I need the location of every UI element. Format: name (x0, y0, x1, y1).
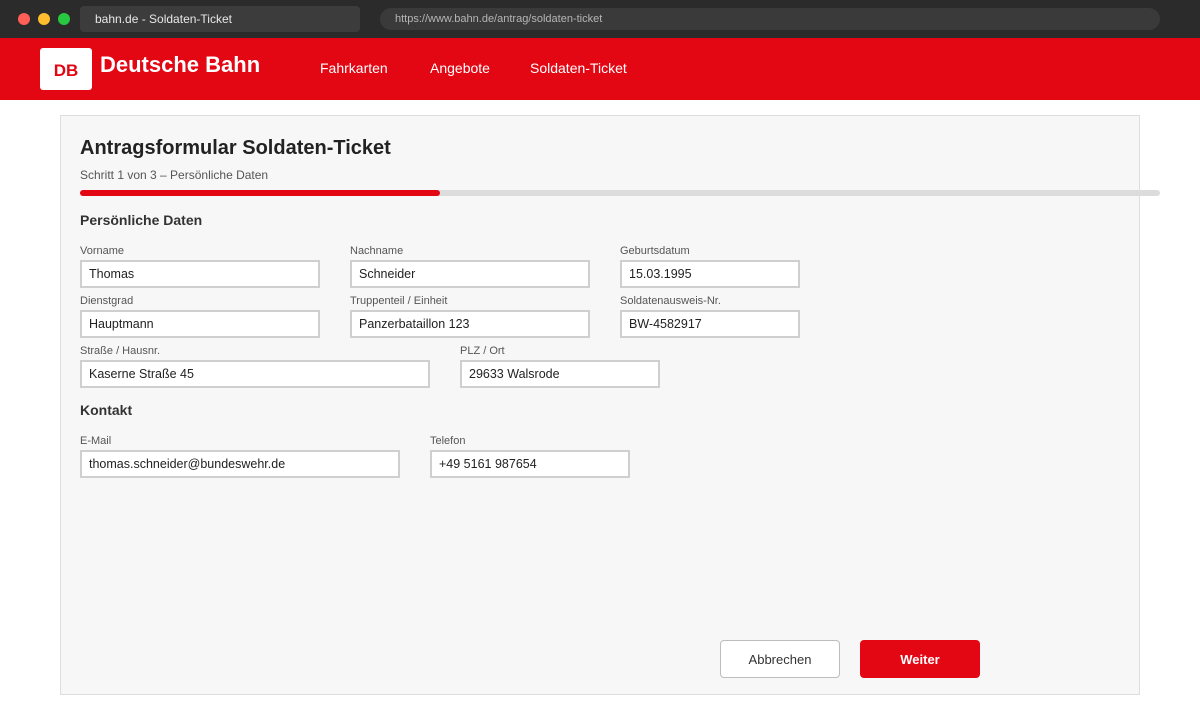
close-window-icon[interactable] (18, 13, 30, 25)
dienstgrad-input[interactable] (80, 310, 320, 338)
ausweis-label: Soldatenausweis-Nr. (620, 295, 721, 307)
soldatenausweis-input[interactable] (620, 310, 800, 338)
site-header: DB Deutsche Bahn Fahrkarten Angebote Sol… (0, 38, 1200, 100)
step-indicator: Schritt 1 von 3 – Persönliche Daten (80, 168, 269, 182)
cancel-button[interactable]: Abbrechen (720, 640, 840, 678)
vorname-input[interactable] (80, 260, 320, 288)
vorname-label: Vorname (80, 245, 125, 257)
next-button[interactable]: Weiter (860, 640, 980, 678)
truppenteil-label: Truppenteil / Einheit (350, 295, 448, 307)
plz-ort-input[interactable] (460, 360, 660, 388)
form-card (60, 115, 1140, 695)
minimize-window-icon[interactable] (38, 13, 50, 25)
form-title: Antragsformular Soldaten-Ticket (80, 137, 391, 159)
nachname-input[interactable] (350, 260, 590, 288)
nav-item-angebote[interactable]: Angebote (430, 60, 490, 76)
dienstgrad-label: Dienstgrad (80, 295, 134, 307)
nav-item-fahrkarten[interactable]: Fahrkarten (320, 60, 388, 76)
address-bar[interactable]: https://www.bahn.de/antrag/soldaten-tick… (380, 8, 1160, 30)
browser-tab[interactable]: bahn.de - Soldaten-Ticket (80, 6, 360, 32)
progress-bar (80, 190, 1160, 196)
db-logo[interactable]: DB (40, 48, 92, 90)
section-heading-personal: Persönliche Daten (80, 212, 203, 228)
browser-chrome: bahn.de - Soldaten-Ticket https://www.ba… (0, 0, 1200, 38)
geburtsdatum-label: Geburtsdatum (620, 245, 690, 257)
plz-ort-label: PLZ / Ort (460, 345, 505, 357)
brand-name: Deutsche Bahn (100, 52, 261, 77)
progress-bar-fill (80, 190, 440, 196)
section-heading-contact: Kontakt (80, 402, 133, 418)
email-input[interactable] (80, 450, 400, 478)
email-label: E-Mail (80, 435, 112, 447)
geburtsdatum-input[interactable] (620, 260, 800, 288)
telefon-label: Telefon (430, 435, 466, 447)
telefon-input[interactable] (430, 450, 630, 478)
nachname-label: Nachname (350, 245, 404, 257)
strasse-input[interactable] (80, 360, 430, 388)
maximize-window-icon[interactable] (58, 13, 70, 25)
truppenteil-input[interactable] (350, 310, 590, 338)
nav-item-soldaten-ticket[interactable]: Soldaten-Ticket (530, 60, 627, 76)
strasse-label: Straße / Hausnr. (80, 345, 161, 357)
